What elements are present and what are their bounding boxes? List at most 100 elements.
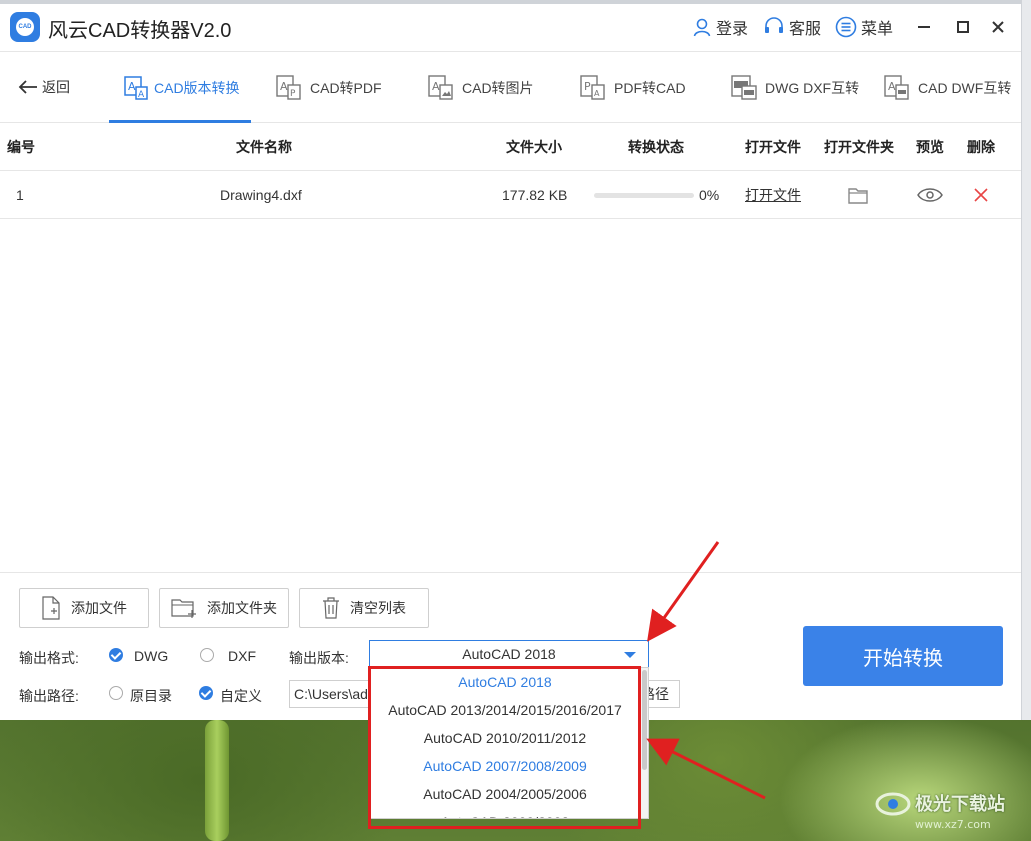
clear-list-button[interactable]: 清空列表 bbox=[299, 588, 429, 628]
clear-list-label: 清空列表 bbox=[350, 600, 406, 616]
tab-cad-to-pdf[interactable]: A P CAD转PDF bbox=[276, 53, 382, 123]
svg-text:A: A bbox=[594, 89, 600, 98]
path-custom-label: 自定义 bbox=[220, 688, 262, 704]
minimize-button[interactable] bbox=[912, 15, 936, 39]
chevron-down-icon bbox=[624, 652, 636, 658]
output-version-label: 输出版本: bbox=[289, 650, 349, 666]
service-label: 客服 bbox=[789, 21, 822, 38]
table-row: 1 Drawing4.dxf 177.82 KB 0% 打开文件 bbox=[0, 171, 1021, 219]
app-title: 风云CAD转换器V2.0 bbox=[48, 20, 232, 42]
back-label: 返回 bbox=[42, 79, 70, 95]
pdf-cad-icon: P A bbox=[580, 75, 605, 100]
user-icon bbox=[693, 18, 711, 37]
maximize-button[interactable] bbox=[951, 15, 975, 39]
header-file-name: 文件名称 bbox=[236, 139, 292, 155]
tab-label: DWG DXF互转 bbox=[765, 80, 860, 96]
output-path-label: 输出路径: bbox=[19, 688, 79, 704]
add-folder-button[interactable]: 添加文件夹 bbox=[159, 588, 289, 628]
app-logo-text: CAD bbox=[16, 18, 34, 36]
svg-text:A: A bbox=[432, 80, 440, 93]
tab-label: CAD转图片 bbox=[462, 80, 534, 96]
header-open-folder: 打开文件夹 bbox=[824, 139, 894, 155]
svg-text:P: P bbox=[290, 89, 296, 99]
cad-version-icon: A A bbox=[124, 76, 148, 100]
table-header: 编号 文件名称 文件大小 转换状态 打开文件 打开文件夹 预览 删除 bbox=[0, 124, 1021, 171]
header-open-file: 打开文件 bbox=[745, 139, 801, 155]
tab-label: CAD转PDF bbox=[310, 80, 382, 96]
trash-icon bbox=[323, 597, 339, 619]
add-file-button[interactable]: 添加文件 bbox=[19, 588, 149, 628]
progress-text: 0% bbox=[699, 186, 720, 203]
dwg-dxf-icon bbox=[731, 75, 757, 100]
tab-cad-dwf[interactable]: A CAD DWF互转 bbox=[884, 53, 1011, 123]
folder-icon bbox=[848, 187, 868, 204]
tab-cad-to-image[interactable]: A CAD转图片 bbox=[428, 53, 534, 123]
path-original-radio[interactable] bbox=[109, 686, 123, 700]
cad-image-icon: A bbox=[428, 75, 453, 100]
header-file-size: 文件大小 bbox=[506, 139, 562, 155]
watermark-url: www.xz7.com bbox=[915, 818, 991, 831]
add-folder-label: 添加文件夹 bbox=[207, 600, 277, 616]
header-delete: 删除 bbox=[967, 139, 995, 155]
menu-button[interactable]: 菜单 bbox=[835, 16, 893, 38]
row-file-size: 177.82 KB bbox=[502, 186, 568, 203]
svg-text:A: A bbox=[888, 80, 896, 93]
output-version-select[interactable]: AutoCAD 2018 bbox=[369, 640, 649, 668]
app-window: CAD 风云CAD转换器V2.0 登录 客服 菜单 返回 A A CAD版本转换… bbox=[0, 4, 1021, 720]
tab-label: PDF转CAD bbox=[614, 80, 686, 96]
start-convert-button[interactable]: 开始转换 bbox=[803, 626, 1003, 686]
login-label: 登录 bbox=[716, 21, 749, 38]
path-custom-radio[interactable] bbox=[199, 686, 213, 700]
watermark-icon bbox=[875, 792, 911, 816]
watermark-text: 极光下载站 bbox=[915, 794, 1005, 814]
arrow-left-icon bbox=[18, 80, 37, 94]
row-file-name: Drawing4.dxf bbox=[220, 186, 302, 203]
login-button[interactable]: 登录 bbox=[692, 16, 748, 38]
tab-dwg-dxf[interactable]: DWG DXF互转 bbox=[731, 53, 859, 123]
menu-label: 菜单 bbox=[861, 21, 894, 38]
preview-button[interactable] bbox=[917, 171, 943, 218]
format-dxf-radio[interactable] bbox=[200, 648, 214, 662]
add-file-label: 添加文件 bbox=[71, 600, 127, 616]
delete-button[interactable] bbox=[974, 171, 988, 218]
app-logo-icon: CAD bbox=[10, 12, 40, 42]
service-button[interactable]: 客服 bbox=[763, 16, 821, 38]
cad-dwf-icon: A bbox=[884, 75, 909, 100]
dropdown-scrollbar-thumb[interactable] bbox=[642, 670, 647, 770]
row-id: 1 bbox=[16, 186, 24, 203]
header-id: 编号 bbox=[7, 139, 35, 155]
path-original-label: 原目录 bbox=[130, 688, 172, 704]
format-dwg-radio[interactable] bbox=[109, 648, 123, 662]
svg-text:P: P bbox=[584, 80, 591, 93]
selected-version: AutoCAD 2018 bbox=[462, 646, 556, 662]
output-path-input[interactable]: C:\Users\ad bbox=[289, 680, 379, 708]
tab-bar: 返回 A A CAD版本转换 A P CAD转PDF A CAD转图片 P A … bbox=[0, 53, 1021, 123]
format-dwg-label: DWG bbox=[134, 648, 169, 664]
svg-text:A: A bbox=[138, 90, 145, 100]
minimize-icon bbox=[918, 26, 930, 28]
watermark-logo: 极光下载站 bbox=[875, 788, 1005, 818]
output-format-label: 输出格式: bbox=[19, 650, 79, 666]
add-file-icon bbox=[42, 596, 60, 620]
background-window-edge bbox=[1021, 0, 1031, 720]
svg-text:A: A bbox=[128, 80, 136, 93]
tab-pdf-to-cad[interactable]: P A PDF转CAD bbox=[580, 53, 686, 123]
headset-icon bbox=[765, 17, 783, 33]
open-folder-button[interactable] bbox=[848, 171, 868, 218]
svg-text:A: A bbox=[280, 80, 288, 93]
back-button[interactable]: 返回 bbox=[18, 77, 70, 97]
close-icon bbox=[992, 21, 1004, 33]
tab-label: CAD DWF互转 bbox=[918, 80, 1012, 96]
tab-cad-version[interactable]: A A CAD版本转换 bbox=[124, 53, 240, 123]
header-preview: 预览 bbox=[916, 139, 944, 155]
active-tab-indicator bbox=[109, 120, 251, 123]
open-file-link[interactable]: 打开文件 bbox=[745, 171, 801, 218]
close-button[interactable] bbox=[986, 15, 1010, 39]
annotation-highlight-box bbox=[368, 666, 641, 829]
eye-icon bbox=[917, 187, 943, 202]
progress-bar bbox=[594, 193, 694, 198]
title-bar: CAD 风云CAD转换器V2.0 登录 客服 菜单 bbox=[0, 4, 1021, 52]
header-status: 转换状态 bbox=[628, 139, 684, 155]
format-dxf-label: DXF bbox=[228, 648, 256, 664]
plant-stem-image bbox=[205, 720, 229, 841]
